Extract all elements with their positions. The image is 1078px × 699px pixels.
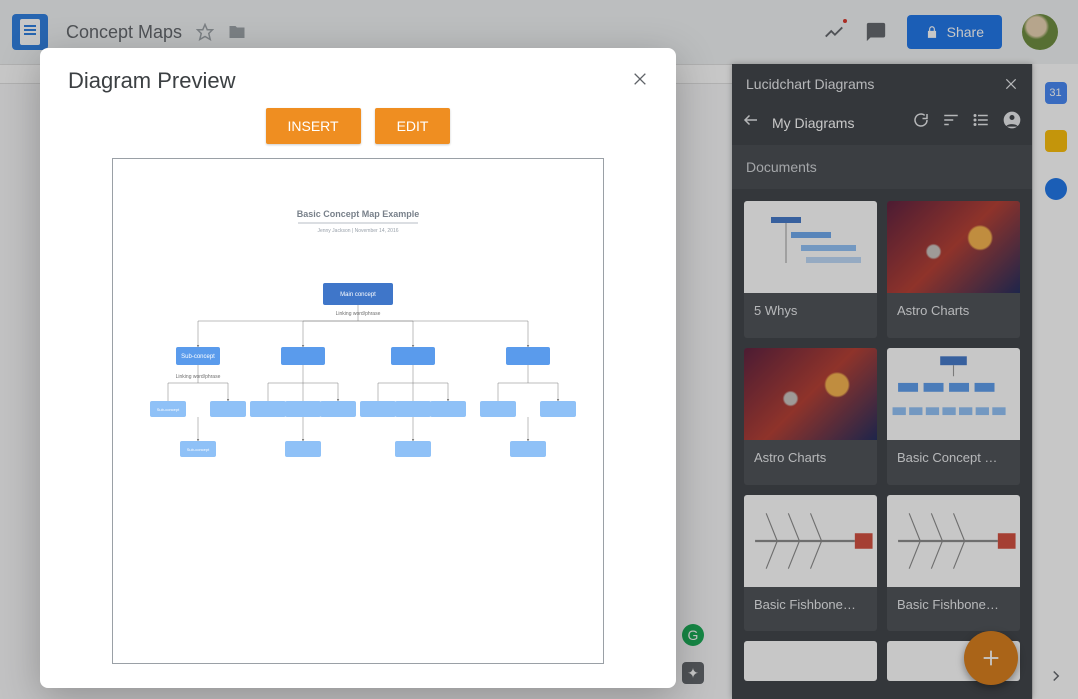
subconcept-node — [281, 347, 325, 365]
connector — [358, 321, 413, 347]
diagram-preview-area: Basic Concept Map Example Jenny Jackson … — [112, 158, 604, 664]
child-node — [210, 401, 246, 417]
child-node — [540, 401, 576, 417]
edit-button[interactable]: EDIT — [375, 108, 451, 144]
connector — [378, 365, 448, 401]
child-node — [395, 401, 431, 417]
child-node — [430, 401, 466, 417]
modal-title: Diagram Preview — [68, 68, 236, 94]
grandchild-node — [510, 441, 546, 457]
grandchild-node — [395, 441, 431, 457]
subconcept-node — [391, 347, 435, 365]
connector — [168, 365, 228, 401]
chart-title: Basic Concept Map Example — [297, 209, 420, 219]
insert-button[interactable]: INSERT — [266, 108, 361, 144]
child-node — [250, 401, 286, 417]
connector — [358, 321, 528, 347]
connector — [268, 365, 338, 401]
child-label: Sub-concept — [157, 407, 180, 412]
connector — [198, 305, 358, 347]
grandchild-node — [285, 441, 321, 457]
child-node — [480, 401, 516, 417]
child-node — [320, 401, 356, 417]
connector — [303, 321, 358, 347]
close-modal-button[interactable] — [632, 71, 648, 92]
root-label: Main concept — [340, 292, 376, 298]
child-node — [285, 401, 321, 417]
subconcept-label: Sub-concept — [181, 354, 215, 360]
chart-byline: Jenny Jackson | November 14, 2016 — [317, 228, 398, 234]
diagram-preview-modal: Diagram Preview INSERT EDIT Basic Concep… — [40, 48, 676, 688]
subconcept-node — [506, 347, 550, 365]
grandchild-label: Sub-concept — [187, 447, 210, 452]
connector — [498, 365, 558, 401]
concept-map-diagram: Basic Concept Map Example Jenny Jackson … — [128, 203, 588, 533]
child-node — [360, 401, 396, 417]
